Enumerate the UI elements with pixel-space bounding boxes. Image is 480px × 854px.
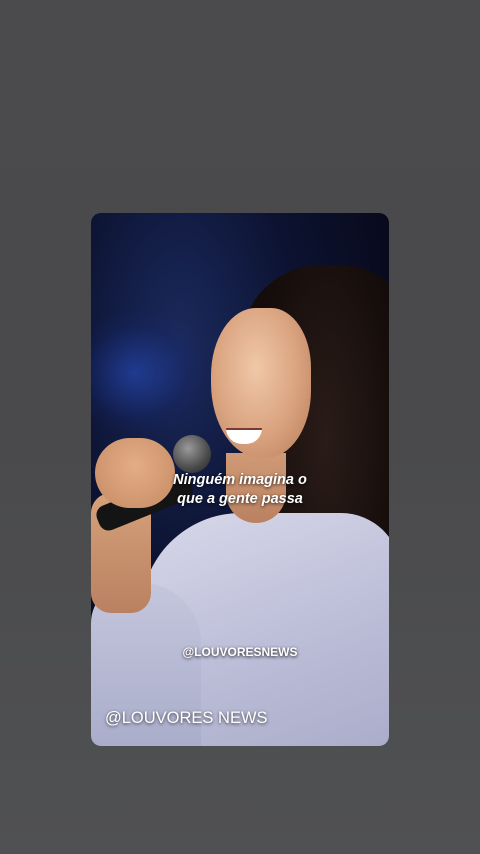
watermark-handle: @LOUVORESNEWS — [182, 645, 298, 659]
lyric-line-1: Ninguém imagina o — [173, 472, 307, 488]
brand-label: @LOUVORES NEWS — [105, 709, 268, 727]
lyric-caption: Ninguém imagina o que a gente passa — [91, 471, 389, 509]
stage-light — [91, 313, 201, 433]
story-media-card[interactable]: Ninguém imagina o que a gente passa @LOU… — [91, 213, 389, 746]
singer-face — [211, 308, 311, 458]
lyric-line-2: que a gente passa — [177, 491, 303, 507]
microphone-icon — [173, 435, 211, 473]
